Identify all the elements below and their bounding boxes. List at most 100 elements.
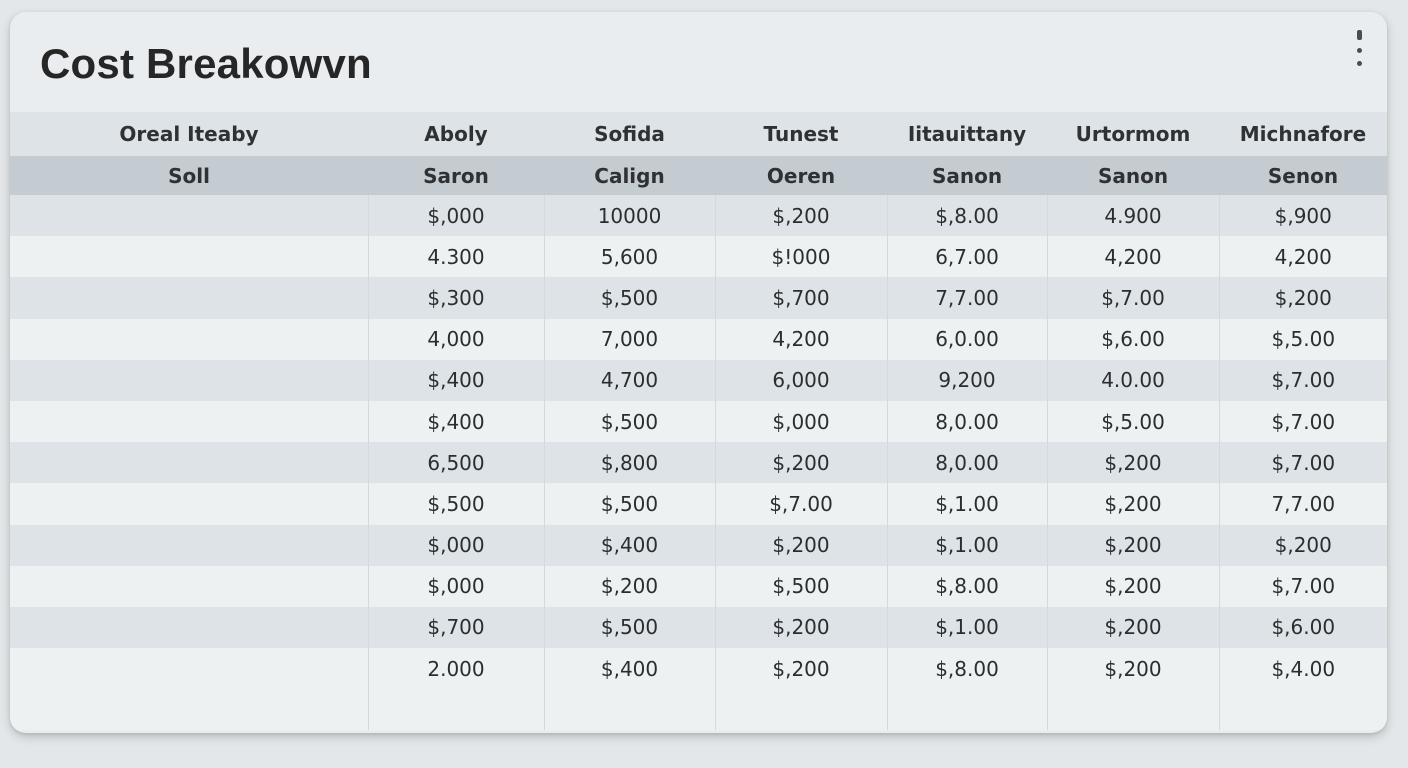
column-header[interactable]: Iitauittany (887, 112, 1047, 156)
row-label-cell (10, 689, 368, 731)
table-row[interactable]: 4.300 5,600 $!000 6,7.00 4,200 4,200 (10, 236, 1387, 278)
column-header[interactable]: Aboly (368, 112, 544, 156)
table-cell: $,1.00 (886, 606, 1047, 649)
table-cell (886, 689, 1047, 731)
table-row[interactable]: $,000 $,200 $,500 $,8.00 $,200 $,7.00 (10, 565, 1387, 607)
table-cell: $,8.00 (886, 648, 1047, 690)
table-cell: $,400 (367, 359, 544, 401)
table-row[interactable]: 6,500 $,800 $,200 8,0.00 $,200 $,7.00 (10, 442, 1387, 484)
table-row[interactable]: $,000 10000 $,200 $,8.00 4.900 $,900 (10, 195, 1387, 237)
table-cell: $,200 (1218, 277, 1387, 319)
table-cell: $,400 (543, 524, 715, 566)
table-cell: $,7.00 (714, 483, 887, 525)
more-vertical-icon[interactable] (1353, 30, 1365, 66)
table-header-row: Oreal Iteaby Aboly Sofida Tunest Iitauit… (10, 112, 1387, 156)
table-cell: 7,7.00 (1218, 483, 1387, 525)
column-header[interactable]: Urtormom (1047, 112, 1219, 156)
table-cell: $,8.00 (886, 565, 1047, 607)
table-row[interactable]: $,500 $,500 $,7.00 $,1.00 $,200 7,7.00 (10, 483, 1387, 525)
row-label-cell (10, 359, 368, 401)
table-cell: 4,200 (1046, 236, 1219, 278)
table-cell: 7,000 (543, 318, 715, 360)
table-cell: 8,0.00 (886, 400, 1047, 443)
table-cell: $,800 (543, 442, 715, 484)
table-cell: $,200 (1046, 483, 1219, 525)
table-cell: $,6.00 (1046, 318, 1219, 360)
table-cell: $,000 (367, 565, 544, 607)
row-label-cell (10, 565, 368, 607)
column-header[interactable]: Michnafore (1219, 112, 1387, 156)
table-cell: $,7.00 (1218, 400, 1387, 443)
column-subheader: Oeren (715, 156, 887, 195)
table-cell: $,7.00 (1218, 442, 1387, 484)
table-row[interactable]: 4,000 7,000 4,200 6,0.00 $,6.00 $,5.00 (10, 318, 1387, 360)
table-cell: $,1.00 (886, 524, 1047, 566)
table-cell: $,200 (714, 195, 887, 237)
table-row[interactable]: $,400 4,700 6,000 9,200 4.0.00 $,7.00 (10, 359, 1387, 401)
row-label-cell (10, 236, 368, 278)
column-subheader: Saron (368, 156, 544, 195)
table-cell: 4,700 (543, 359, 715, 401)
table-cell: 7,7.00 (886, 277, 1047, 319)
table-row[interactable]: $,400 $,500 $,000 8,0.00 $,5.00 $,7.00 (10, 400, 1387, 443)
table-cell: 5,600 (543, 236, 715, 278)
column-subheader: Senon (1219, 156, 1387, 195)
column-header[interactable]: Tunest (715, 112, 887, 156)
table-cell: 4.300 (367, 236, 544, 278)
table-cell: $,7.00 (1218, 565, 1387, 607)
table-cell: $,200 (543, 565, 715, 607)
table-row[interactable] (10, 689, 1387, 731)
table-cell: $,200 (1046, 648, 1219, 690)
row-label-cell (10, 400, 368, 443)
table-row[interactable]: $,700 $,500 $,200 $,1.00 $,200 $,6.00 (10, 606, 1387, 649)
table-cell: $,200 (714, 606, 887, 649)
column-header[interactable]: Oreal Iteaby (10, 112, 368, 156)
table-cell: 6,0.00 (886, 318, 1047, 360)
table-cell: $,400 (543, 648, 715, 690)
table-cell: $,500 (714, 565, 887, 607)
table-cell: $,200 (1046, 524, 1219, 566)
table-cell: 6,000 (714, 359, 887, 401)
table-row[interactable]: $,300 $,500 $,700 7,7.00 $,7.00 $,200 (10, 277, 1387, 319)
table-cell: 6,7.00 (886, 236, 1047, 278)
page-title: Cost Breakowvn (40, 40, 372, 87)
table-cell: $,400 (367, 400, 544, 443)
table-cell: $,900 (1218, 195, 1387, 237)
table-row[interactable]: $,000 $,400 $,200 $,1.00 $,200 $,200 (10, 524, 1387, 566)
cost-table: Oreal Iteaby Aboly Sofida Tunest Iitauit… (10, 112, 1387, 731)
table-cell: 10000 (543, 195, 715, 237)
column-subheader: Calign (544, 156, 715, 195)
table-cell: $,4.00 (1218, 648, 1387, 690)
table-cell: $,200 (1218, 524, 1387, 566)
row-label-cell (10, 318, 368, 360)
table-cell: $,000 (714, 400, 887, 443)
table-cell (367, 689, 544, 731)
table-cell: 2.000 (367, 648, 544, 690)
table-cell: $,500 (543, 606, 715, 649)
table-cell: $,5.00 (1218, 318, 1387, 360)
table-cell: $,200 (1046, 606, 1219, 649)
table-row[interactable]: 2.000 $,400 $,200 $,8.00 $,200 $,4.00 (10, 648, 1387, 690)
table-cell: 4.0.00 (1046, 359, 1219, 401)
table-cell: $,200 (1046, 442, 1219, 484)
table-cell: $,200 (714, 648, 887, 690)
table-cell: $,1.00 (886, 483, 1047, 525)
column-subheader: Sanon (887, 156, 1047, 195)
column-header[interactable]: Sofida (544, 112, 715, 156)
table-cell: $,7.00 (1218, 359, 1387, 401)
column-subheader: Soll (10, 156, 368, 195)
table-cell (543, 689, 715, 731)
table-cell: 6,500 (367, 442, 544, 484)
table-cell: $,200 (714, 524, 887, 566)
cost-breakdown-card: Cost Breakowvn Oreal Iteaby Aboly Sofida… (10, 12, 1387, 733)
table-cell: $,5.00 (1046, 400, 1219, 443)
row-label-cell (10, 606, 368, 649)
table-cell: $,700 (367, 606, 544, 649)
table-cell: $!000 (714, 236, 887, 278)
table-cell: $,500 (543, 400, 715, 443)
table-cell: 4,200 (1218, 236, 1387, 278)
table-cell: $,6.00 (1218, 606, 1387, 649)
table-cell: $,7.00 (1046, 277, 1219, 319)
table-body: $,000 10000 $,200 $,8.00 4.900 $,900 4.300 5,60… (10, 195, 1387, 731)
table-cell: $,000 (367, 524, 544, 566)
